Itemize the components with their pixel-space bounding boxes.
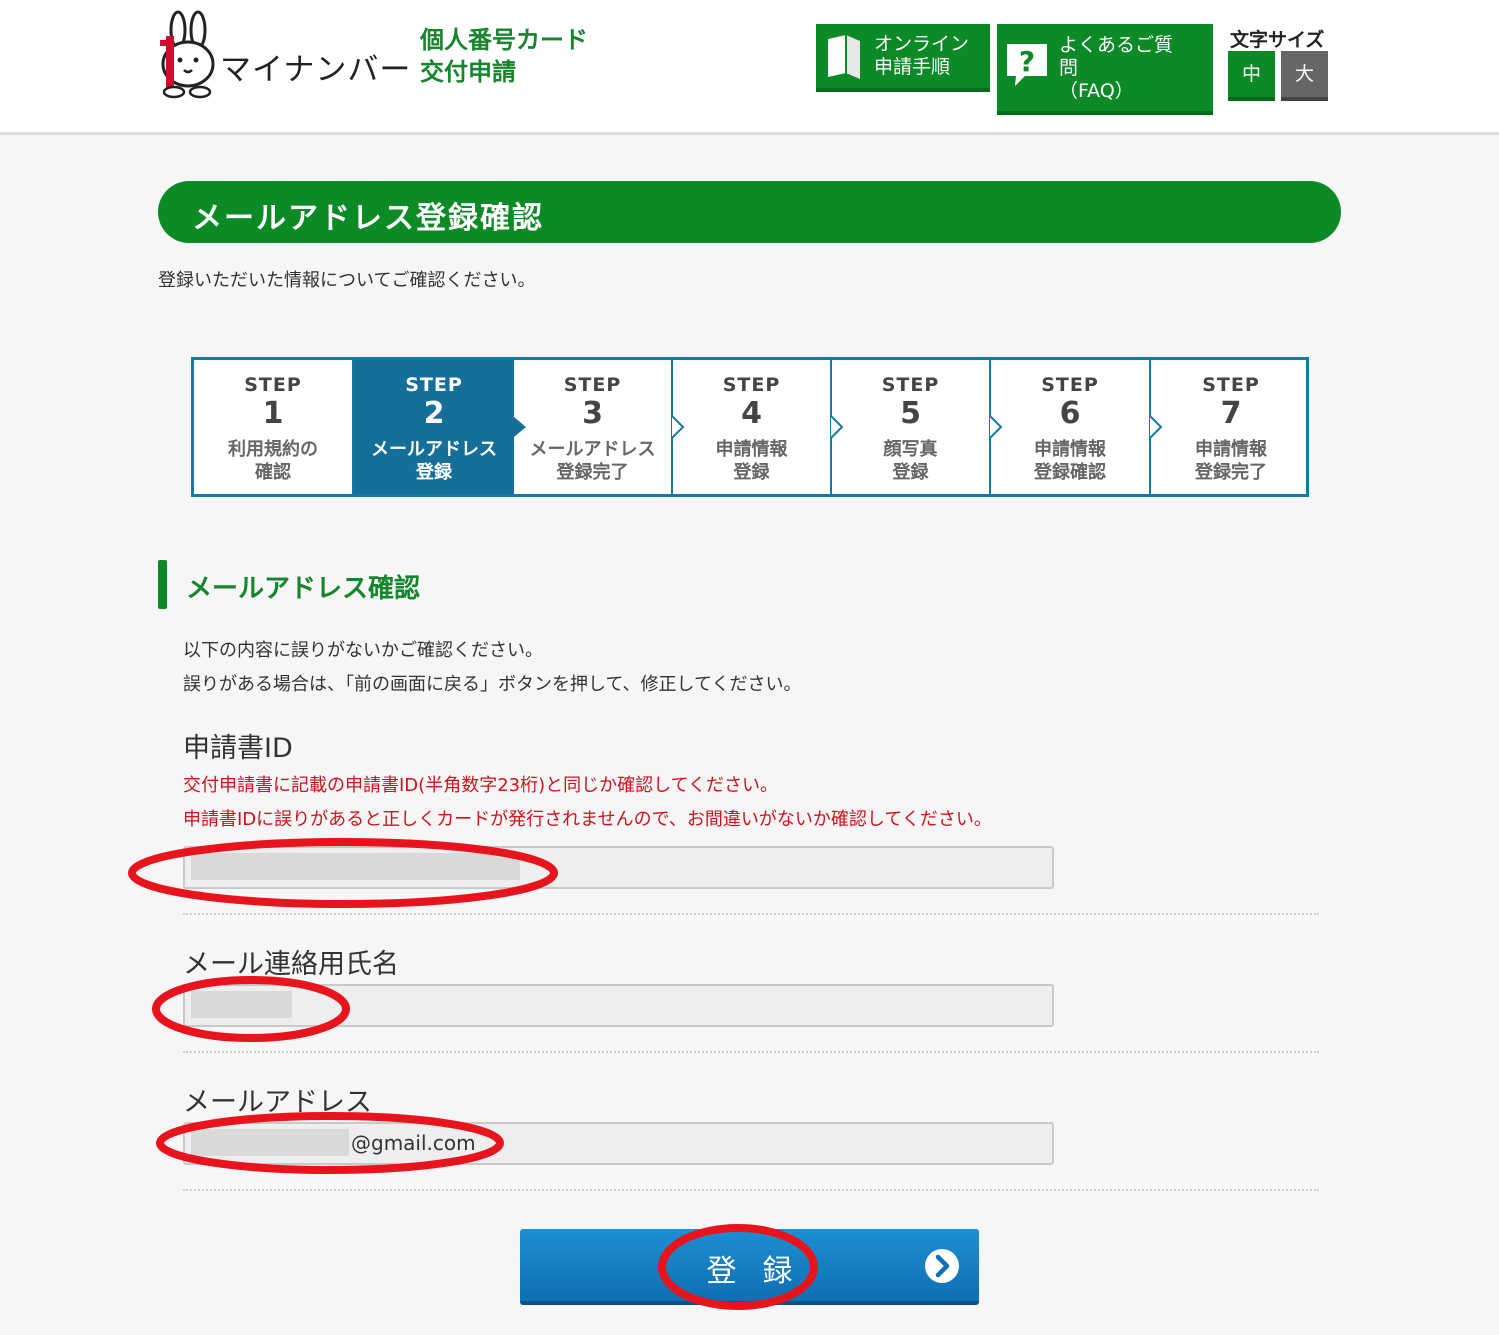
step-7-word: STEP xyxy=(1202,374,1260,396)
step-5-label: 顔写真 登録 xyxy=(832,438,989,484)
step-6-word: STEP xyxy=(1041,374,1099,396)
email-label: メールアドレス xyxy=(183,1087,372,1118)
step-5-word: STEP xyxy=(881,374,940,396)
divider xyxy=(183,1051,1319,1053)
step-4-label-line1: 申請情報 xyxy=(715,439,788,460)
step-3: STEP 3 メールアドレス 登録完了 xyxy=(514,360,673,494)
site-title-line1: 個人番号カード xyxy=(420,26,588,54)
online-guide-label: オンライン 申請手順 xyxy=(874,33,969,79)
step-5-label-line2: 登録 xyxy=(892,462,929,483)
site-title-line2: 交付申請 xyxy=(420,58,516,86)
email-domain: @gmail.com xyxy=(351,1131,476,1155)
faq-button[interactable]: ? よくあるご質 問 （FAQ） xyxy=(997,24,1213,115)
redacted-email-local-part xyxy=(191,1129,349,1156)
book-icon xyxy=(828,35,860,79)
section-note-1: 以下の内容に誤りがないかご確認ください。 xyxy=(183,640,543,661)
step-1-label-line1: 利用規約の xyxy=(228,439,318,460)
contact-name-label: メール連絡用氏名 xyxy=(183,949,399,980)
step-2-label: メールアドレス 登録 xyxy=(354,438,514,484)
step-7-label-line1: 申請情報 xyxy=(1195,439,1267,460)
online-guide-button[interactable]: オンライン 申請手順 xyxy=(816,24,990,92)
site-title: 個人番号カード 交付申請 xyxy=(420,24,588,88)
page-intro: 登録いただいた情報についてご確認ください。 xyxy=(158,270,536,291)
faq-label-line2: 問 xyxy=(1059,57,1079,79)
step-3-label-line1: メールアドレス xyxy=(529,439,656,460)
faq-label: よくあるご質 問 （FAQ） xyxy=(1059,34,1173,103)
step-3-number: 3 xyxy=(582,396,603,431)
font-size-medium-button[interactable]: 中 xyxy=(1228,51,1275,101)
online-guide-label-line1: オンライン xyxy=(874,33,970,55)
step-7-number: 7 xyxy=(1220,396,1242,431)
svg-text:?: ? xyxy=(1019,45,1035,78)
register-button[interactable]: 登録 xyxy=(520,1229,979,1305)
step-2-current: STEP 2 メールアドレス 登録 xyxy=(354,360,514,494)
section-accent-bar xyxy=(158,560,167,609)
step-7: STEP 7 申請情報 登録完了 xyxy=(1151,360,1306,494)
step-2-label-line1: メールアドレス xyxy=(371,439,497,460)
step-2-number: 2 xyxy=(423,396,445,431)
step-1-number: 1 xyxy=(262,396,284,431)
application-id-warning-2: 申請書IDに誤りがあると正しくカードが発行されませんので、お間違いがないか確認し… xyxy=(183,809,992,830)
step-5: STEP 5 顔写真 登録 xyxy=(832,360,991,494)
step-1-label: 利用規約の 確認 xyxy=(194,438,352,484)
mynumber-rabbit-logo-icon[interactable] xyxy=(156,8,218,100)
step-3-word: STEP xyxy=(563,374,622,396)
step-3-chevron-icon xyxy=(671,415,685,439)
application-id-field xyxy=(183,846,1054,889)
application-id-warning-1: 交付申請書に記載の申請書ID(半角数字23桁)と同じか確認してください。 xyxy=(183,775,779,796)
step-4-label: 申請情報 登録 xyxy=(673,438,830,484)
faq-label-line1: よくあるご質 xyxy=(1059,34,1174,56)
page-title-bar: メールアドレス登録確認 xyxy=(158,181,1341,243)
step-2-word: STEP xyxy=(405,374,463,396)
application-id-label: 申請書ID xyxy=(183,733,293,764)
section-title: メールアドレス確認 xyxy=(186,574,421,604)
step-4-word: STEP xyxy=(722,374,781,396)
font-size-label: 文字サイズ xyxy=(1230,29,1325,51)
step-5-label-line1: 顔写真 xyxy=(883,439,938,460)
step-4-chevron-icon xyxy=(830,415,844,439)
divider xyxy=(183,913,1319,915)
step-4: STEP 4 申請情報 登録 xyxy=(673,360,832,494)
step-4-label-line2: 登録 xyxy=(733,462,770,483)
step-6-chevron-icon xyxy=(1149,415,1163,439)
email-field: @gmail.com xyxy=(183,1122,1054,1165)
redacted-contact-name xyxy=(191,991,292,1018)
step-1-word: STEP xyxy=(244,374,302,396)
step-6-number: 6 xyxy=(1059,396,1081,431)
step-progress: STEP 1 利用規約の 確認 STEP 2 メールアドレス 登録 STEP 3… xyxy=(191,357,1309,497)
question-bubble-icon: ? xyxy=(1007,44,1047,86)
redacted-application-id xyxy=(191,853,520,880)
page-title: メールアドレス登録確認 xyxy=(192,201,544,236)
step-6-label-line1: 申請情報 xyxy=(1034,439,1106,460)
step-4-number: 4 xyxy=(741,396,762,431)
step-7-label: 申請情報 登録完了 xyxy=(1151,438,1306,484)
contact-name-field xyxy=(183,984,1054,1027)
site-header: マイナンバー 個人番号カード 交付申請 オンライン 申請手順 ? よくあるご質 … xyxy=(0,0,1499,135)
divider xyxy=(183,1189,1319,1191)
step-1: STEP 1 利用規約の 確認 xyxy=(194,360,354,494)
online-guide-label-line2: 申請手順 xyxy=(874,56,951,78)
chevron-right-circle-icon xyxy=(925,1249,959,1283)
step-3-label-line2: 登録完了 xyxy=(556,462,629,483)
section-note-2: 誤りがある場合は、「前の画面に戻る」ボタンを押して、修正してください。 xyxy=(183,674,802,695)
step-5-chevron-icon xyxy=(989,415,1003,439)
step-2-label-line2: 登録 xyxy=(416,462,452,483)
step-6-label-line2: 登録確認 xyxy=(1034,462,1106,483)
step-1-label-line2: 確認 xyxy=(255,462,291,483)
step-6: STEP 6 申請情報 登録確認 xyxy=(991,360,1151,494)
faq-label-line3: （FAQ） xyxy=(1059,80,1134,102)
logo-text: マイナンバー xyxy=(220,52,412,88)
step-6-label: 申請情報 登録確認 xyxy=(991,438,1149,484)
step-7-label-line2: 登録完了 xyxy=(1195,462,1267,483)
step-3-label: メールアドレス 登録完了 xyxy=(514,438,671,484)
register-button-label: 登録 xyxy=(706,1254,819,1289)
step-5-number: 5 xyxy=(900,396,921,431)
step-2-arrow-icon xyxy=(514,417,526,437)
font-size-large-button[interactable]: 大 xyxy=(1281,51,1328,101)
